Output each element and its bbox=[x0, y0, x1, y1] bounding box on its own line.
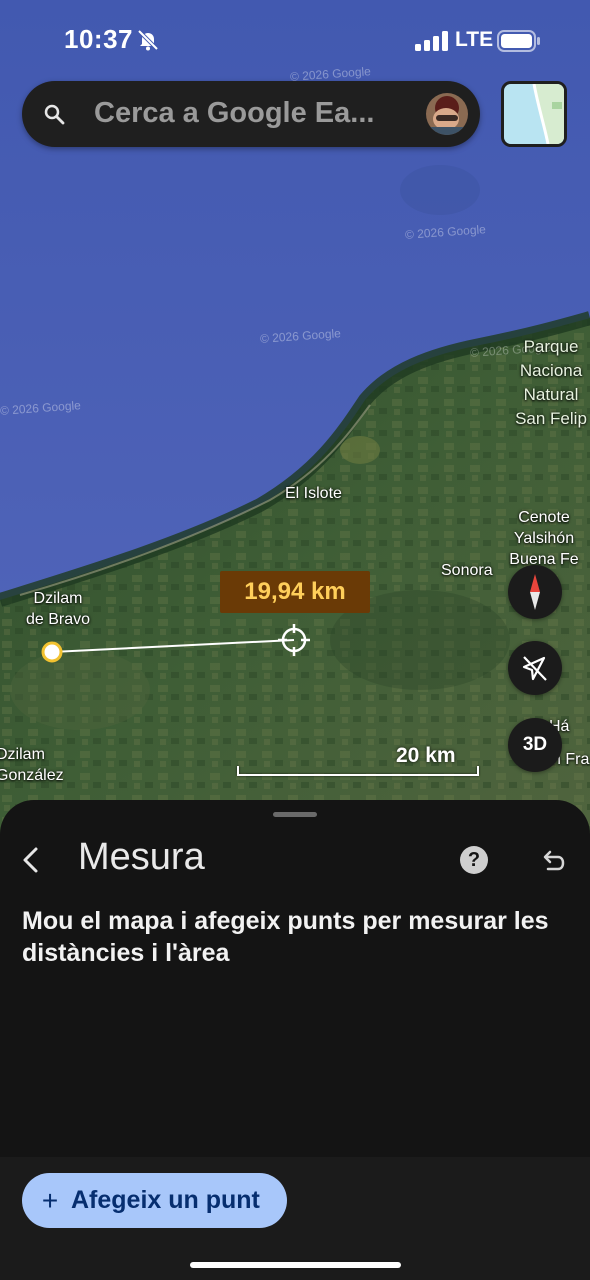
measurement-start-point bbox=[41, 641, 63, 663]
network-type: LTE bbox=[455, 28, 494, 51]
scale-bar bbox=[237, 766, 479, 776]
drag-handle[interactable] bbox=[273, 812, 317, 817]
location-off-icon bbox=[522, 656, 547, 681]
scale-label: 20 km bbox=[396, 744, 456, 767]
help-button[interactable]: ? bbox=[460, 846, 488, 874]
avatar[interactable] bbox=[426, 93, 468, 135]
battery-icon bbox=[497, 30, 540, 52]
status-bar: 10:37 LTE bbox=[0, 0, 590, 80]
profile-photo bbox=[426, 93, 468, 135]
distance-label: 19,94 km bbox=[220, 571, 370, 613]
panel-title: Mesura bbox=[78, 836, 205, 878]
search-input[interactable]: Cerca a Google Ea... bbox=[94, 97, 374, 130]
instructions-text: Mou el mapa i afegeix punts per mesurar … bbox=[22, 907, 549, 967]
undo-icon[interactable] bbox=[538, 847, 566, 875]
add-point-label: Afegeix un punt bbox=[71, 1186, 260, 1214]
back-arrow-icon[interactable] bbox=[18, 846, 46, 874]
status-time: 10:37 bbox=[64, 24, 133, 54]
panel-footer: + Afegeix un punt bbox=[0, 1157, 590, 1280]
home-indicator[interactable] bbox=[190, 1262, 401, 1268]
bell-muted-icon bbox=[137, 29, 159, 51]
compass-icon bbox=[530, 574, 540, 610]
location-off-button[interactable] bbox=[508, 641, 562, 695]
map-thumbnail-icon bbox=[504, 84, 564, 144]
map-layers-button[interactable] bbox=[501, 81, 567, 147]
cellular-signal-icon bbox=[415, 31, 448, 51]
3d-button[interactable]: 3D bbox=[508, 718, 562, 772]
plus-icon: + bbox=[41, 1184, 59, 1216]
search-bar[interactable]: Cerca a Google Ea... bbox=[22, 81, 480, 147]
compass-button[interactable] bbox=[508, 565, 562, 619]
measurement-line bbox=[51, 639, 295, 653]
search-icon bbox=[44, 104, 65, 125]
add-point-button[interactable]: + Afegeix un punt bbox=[22, 1173, 287, 1228]
